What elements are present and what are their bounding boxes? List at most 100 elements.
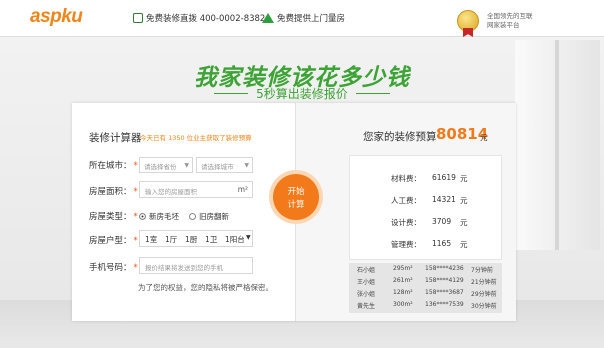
- subtitle-line-left: [214, 93, 249, 94]
- record-phone: 158****4236: [425, 265, 464, 272]
- chevron-down-icon: ▼: [246, 234, 251, 241]
- record-name: 黄先生: [357, 303, 376, 310]
- start-button-line1: 开始: [287, 187, 305, 197]
- area-label: 房屋面积： *: [89, 185, 138, 197]
- cost-unit: 元: [460, 196, 468, 205]
- required-mark: *: [133, 212, 138, 222]
- cost-row: 设计费： 3709 元: [350, 217, 503, 230]
- site-logo[interactable]: aspku: [30, 6, 83, 28]
- city-label-text: 所在城市：: [89, 161, 132, 171]
- record-area: 295m²: [393, 265, 413, 272]
- record-time: 29分钟前: [471, 291, 497, 298]
- radio-new-house-label: 新房毛坯: [149, 212, 179, 221]
- record-time: 21分钟前: [471, 279, 497, 286]
- cost-label: 材料费：: [391, 174, 421, 183]
- cost-value: 3709: [432, 217, 452, 226]
- chevron-down-icon: ▼: [244, 162, 249, 169]
- radio-old-house[interactable]: 旧房翻新: [189, 211, 229, 222]
- phone-icon: [133, 13, 143, 23]
- hero-subtitle: 5秒算出装修报价: [0, 85, 604, 102]
- cost-row: 人工费： 14321 元: [350, 195, 503, 208]
- area-placeholder: 输入您的房屋面积: [145, 188, 197, 196]
- hotline: 免费装修直拨 400-0002-8382: [133, 12, 265, 24]
- cost-unit: 元: [460, 240, 468, 249]
- phone-label-text: 手机号码：: [89, 263, 132, 273]
- room-option[interactable]: 1卫: [205, 234, 217, 245]
- phone-placeholder: 报价结果将发送到您的手机: [145, 264, 223, 272]
- record-name: 张小姐: [357, 291, 376, 298]
- layout-label-text: 房屋户型：: [89, 236, 132, 246]
- province-placeholder: 请选择省份: [144, 163, 177, 171]
- phone-input[interactable]: 报价结果将发送到您的手机: [139, 257, 253, 274]
- phone-label: 手机号码： *: [89, 261, 138, 273]
- city-select[interactable]: 请选择城市 ▼: [196, 157, 253, 173]
- record-name: 石小姐: [357, 267, 376, 274]
- cost-label: 设计费：: [391, 218, 421, 227]
- city-label: 所在城市： *: [89, 159, 138, 171]
- cost-label: 人工费：: [391, 196, 421, 205]
- cost-value: 1165: [432, 239, 452, 248]
- subtitle-line-right: [355, 93, 390, 94]
- record-row: 张小姐 128m² 158****3687 29分钟前: [349, 289, 502, 299]
- city-placeholder: 请选择城市: [201, 163, 234, 171]
- required-mark: *: [133, 263, 138, 273]
- layout-selector[interactable]: 1室 1厅 1厨 1卫 1阳台 ▼: [139, 230, 253, 247]
- award-text: 全国领先的互联网家装平台: [487, 12, 533, 29]
- chevron-down-icon: ▼: [184, 162, 189, 169]
- radio-dot-selected: [139, 213, 146, 220]
- area-input[interactable]: 输入您的房屋面积 m²: [139, 181, 253, 198]
- record-time: 7分钟前: [471, 267, 493, 274]
- record-area: 261m²: [393, 277, 413, 284]
- ribbon-icon: [463, 28, 473, 37]
- start-button-line2: 计算: [287, 200, 305, 210]
- cost-value: 61619: [432, 173, 456, 182]
- calculator-title: 装修计算器: [89, 132, 142, 144]
- cost-label: 管理费：: [391, 240, 421, 249]
- house-icon: [262, 13, 274, 23]
- budget-label: 您家的装修预算: [363, 131, 437, 143]
- budget-unit: 元: [480, 133, 488, 142]
- room-option[interactable]: 1室: [145, 234, 157, 245]
- radio-old-house-label: 旧房翻新: [199, 212, 229, 221]
- area-label-text: 房屋面积：: [89, 187, 132, 197]
- required-mark: *: [133, 187, 138, 197]
- required-mark: *: [133, 161, 138, 171]
- record-phone: 158****3687: [425, 289, 464, 296]
- cost-value: 14321: [432, 195, 456, 204]
- record-area: 128m²: [393, 289, 413, 296]
- province-select[interactable]: 请选择省份 ▼: [139, 157, 193, 173]
- record-row: 王小姐 261m² 158****4129 21分钟前: [349, 277, 502, 287]
- start-calculate-button[interactable]: 开始 计算: [273, 174, 319, 220]
- area-unit: m²: [237, 185, 248, 194]
- type-label: 房屋类型： *: [89, 210, 138, 222]
- room-option[interactable]: 1厅: [165, 234, 177, 245]
- record-area: 300m²: [393, 301, 413, 308]
- calculator-note: 今天已有 1350 位业主获取了装修预算: [140, 134, 252, 142]
- hotline-text: 免费装修直拨 400-0002-8382: [146, 14, 266, 24]
- type-label-text: 房屋类型：: [89, 212, 132, 222]
- cost-unit: 元: [460, 174, 468, 183]
- recent-records: 石小姐 295m² 158****4236 7分钟前 王小姐 261m² 158****4…: [349, 263, 502, 313]
- top-header: aspku 免费装修直拨 400-0002-8382 免费提供上门量房 全国领先…: [0, 0, 604, 37]
- record-phone: 136****7539: [425, 301, 464, 308]
- record-name: 王小姐: [357, 279, 376, 286]
- record-phone: 158****4129: [425, 277, 464, 284]
- radio-dot: [189, 213, 196, 220]
- cost-breakdown: 材料费： 61619 元 人工费： 14321 元 设计费： 3709 元 管理费： 1165…: [349, 155, 502, 260]
- calculator-card: 装修计算器 今天已有 1350 位业主获取了装修预算 所在城市： * 请选择省份 ▼…: [72, 103, 516, 321]
- radio-new-house[interactable]: 新房毛坯: [139, 211, 179, 222]
- record-row: 石小姐 295m² 158****4236 7分钟前: [349, 265, 502, 275]
- privacy-note: 为了您的权益，您的隐私将被严格保密。: [138, 283, 273, 292]
- layout-label: 房屋户型： *: [89, 234, 138, 246]
- cost-unit: 元: [460, 218, 468, 227]
- required-mark: *: [133, 236, 138, 246]
- room-option[interactable]: 1阳台: [225, 234, 245, 245]
- record-row: 黄先生 300m² 136****7539 30分钟前: [349, 301, 502, 311]
- subtitle-text: 5秒算出装修报价: [256, 87, 348, 101]
- free-measure-text: 免费提供上门量房: [277, 14, 346, 24]
- cost-row: 管理费： 1165 元: [350, 239, 503, 252]
- room-option[interactable]: 1厨: [185, 234, 197, 245]
- cost-row: 材料费： 61619 元: [350, 173, 503, 186]
- free-measure: 免费提供上门量房: [262, 12, 345, 24]
- record-time: 30分钟前: [471, 303, 497, 310]
